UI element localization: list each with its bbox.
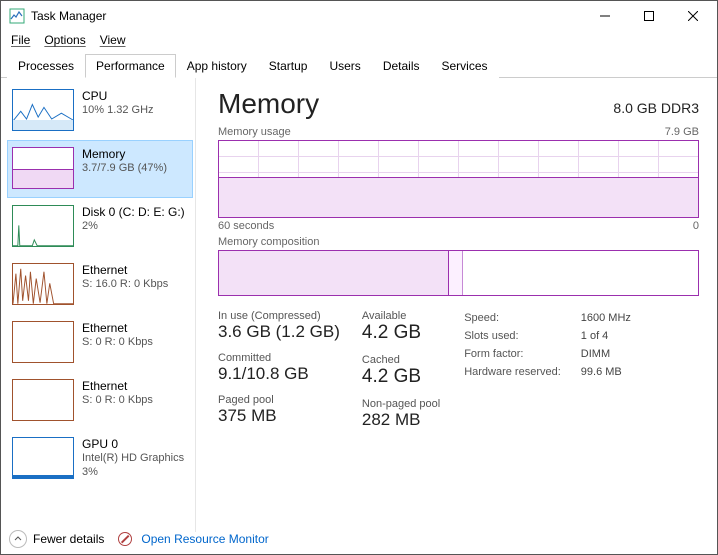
stat-committed-label: Committed	[218, 352, 340, 364]
tab-app-history[interactable]: App history	[176, 54, 258, 78]
page-title: Memory	[218, 88, 319, 120]
stat-committed-value: 9.1/10.8 GB	[218, 364, 340, 384]
axis-right: 0	[693, 220, 699, 232]
sidebar-item-ethernet-1[interactable]: EthernetS: 16.0 R: 0 Kbps	[7, 256, 193, 314]
maximize-button[interactable]	[627, 2, 671, 30]
sidebar-item-gpu-0[interactable]: GPU 0Intel(R) HD Graphics 3%	[7, 430, 193, 488]
tabs: Processes Performance App history Startu…	[1, 53, 717, 78]
stat-nonpaged-label: Non-paged pool	[362, 398, 440, 410]
stat-paged-value: 375 MB	[218, 406, 340, 426]
sidebar-item-disk-0[interactable]: Disk 0 (C: D: E: G:)2%	[7, 198, 193, 256]
slots-value: 1 of 4	[581, 330, 631, 346]
tab-performance[interactable]: Performance	[85, 54, 176, 78]
stat-paged-label: Paged pool	[218, 394, 340, 406]
close-button[interactable]	[671, 2, 715, 30]
window-title: Task Manager	[31, 9, 583, 23]
menubar: File Options View	[1, 31, 717, 53]
usage-label: Memory usage	[218, 126, 291, 138]
open-resource-monitor-link[interactable]: Open Resource Monitor	[141, 532, 268, 546]
minimize-button[interactable]	[583, 2, 627, 30]
titlebar[interactable]: Task Manager	[1, 1, 717, 31]
stat-nonpaged-value: 282 MB	[362, 410, 440, 430]
tab-details[interactable]: Details	[372, 54, 431, 78]
memory-composition-bar[interactable]	[218, 250, 699, 296]
chevron-up-icon[interactable]	[9, 530, 27, 548]
detail-panel: Memory 8.0 GB DDR3 Memory usage 7.9 GB 60…	[196, 78, 717, 532]
formfactor-label: Form factor:	[464, 348, 579, 364]
tab-users[interactable]: Users	[318, 54, 371, 78]
memory-usage-graph[interactable]	[218, 140, 699, 218]
memory-capacity: 8.0 GB DDR3	[613, 100, 699, 116]
stat-available-label: Available	[362, 310, 440, 322]
sidebar-item-ethernet-2[interactable]: EthernetS: 0 R: 0 Kbps	[7, 314, 193, 372]
speed-label: Speed:	[464, 312, 579, 328]
sidebar: CPU10% 1.32 GHz Memory3.7/7.9 GB (47%) D…	[1, 78, 196, 532]
menu-view[interactable]: View	[100, 33, 126, 47]
sidebar-item-memory[interactable]: Memory3.7/7.9 GB (47%)	[7, 140, 193, 198]
sidebar-item-ethernet-3[interactable]: EthernetS: 0 R: 0 Kbps	[7, 372, 193, 430]
hwreserved-label: Hardware reserved:	[464, 366, 579, 382]
stat-inuse-value: 3.6 GB (1.2 GB)	[218, 322, 340, 342]
formfactor-value: DIMM	[581, 348, 631, 364]
footer: Fewer details Open Resource Monitor	[9, 530, 269, 548]
stat-cached-value: 4.2 GB	[362, 366, 440, 388]
axis-left: 60 seconds	[218, 220, 274, 232]
memory-properties: Speed:1600 MHz Slots used:1 of 4 Form fa…	[462, 310, 633, 384]
slots-label: Slots used:	[464, 330, 579, 346]
usage-max: 7.9 GB	[665, 126, 699, 138]
sidebar-item-cpu[interactable]: CPU10% 1.32 GHz	[7, 82, 193, 140]
tab-startup[interactable]: Startup	[258, 54, 319, 78]
stat-inuse-label: In use (Compressed)	[218, 310, 340, 322]
fewer-details-link[interactable]: Fewer details	[33, 532, 104, 546]
resource-monitor-icon	[118, 532, 132, 546]
menu-file[interactable]: File	[11, 33, 30, 47]
menu-options[interactable]: Options	[44, 33, 85, 47]
hwreserved-value: 99.6 MB	[581, 366, 631, 382]
tab-processes[interactable]: Processes	[7, 54, 85, 78]
task-manager-icon	[9, 8, 25, 24]
composition-label: Memory composition	[218, 236, 319, 248]
stat-cached-label: Cached	[362, 354, 440, 366]
speed-value: 1600 MHz	[581, 312, 631, 328]
stat-available-value: 4.2 GB	[362, 322, 440, 344]
tab-services[interactable]: Services	[431, 54, 499, 78]
